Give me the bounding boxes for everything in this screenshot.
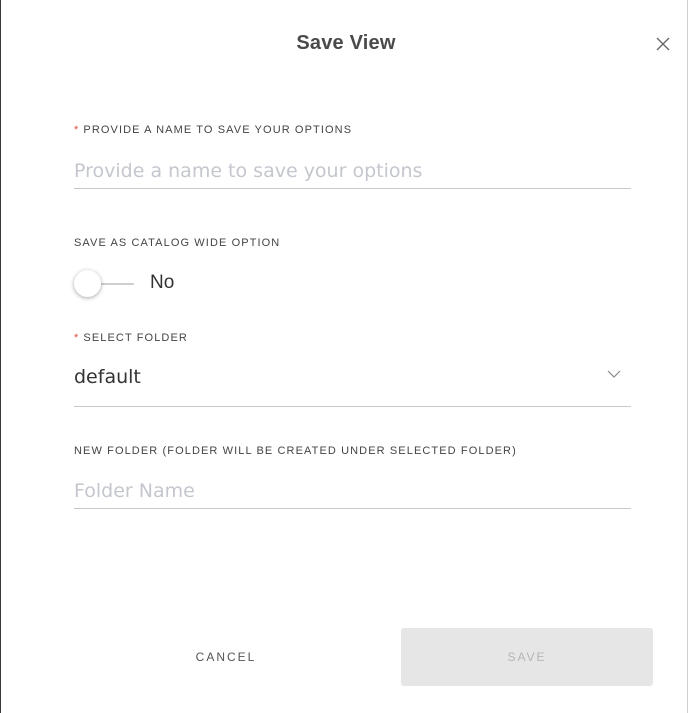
new-folder-label: NEW FOLDER (FOLDER WILL BE CREATED UNDER… xyxy=(74,445,517,457)
view-name-input[interactable] xyxy=(74,154,631,189)
name-field-label: * PROVIDE A NAME TO SAVE YOUR OPTIONS xyxy=(74,124,352,136)
select-folder-label-text: SELECT FOLDER xyxy=(83,332,188,344)
catalog-wide-toggle[interactable] xyxy=(74,270,134,298)
required-mark: * xyxy=(74,124,80,136)
folder-name-input[interactable] xyxy=(74,474,631,509)
name-field-label-text: PROVIDE A NAME TO SAVE YOUR OPTIONS xyxy=(83,124,353,136)
folder-select[interactable]: default xyxy=(74,358,631,407)
save-button[interactable]: SAVE xyxy=(401,628,653,686)
toggle-knob xyxy=(74,270,101,297)
cancel-button[interactable]: CANCEL xyxy=(141,628,311,686)
toggle-state-text: No xyxy=(150,272,175,293)
folder-select-value: default xyxy=(74,366,141,388)
required-mark: * xyxy=(74,332,80,344)
close-icon[interactable] xyxy=(653,34,673,54)
dialog-title: Save View xyxy=(296,32,396,54)
save-view-dialog: Save View * PROVIDE A NAME TO SAVE YOUR O… xyxy=(0,0,688,713)
catalog-option-label: SAVE AS CATALOG WIDE OPTION xyxy=(74,237,281,249)
select-folder-label: * SELECT FOLDER xyxy=(74,332,188,344)
chevron-down-icon xyxy=(607,366,621,378)
